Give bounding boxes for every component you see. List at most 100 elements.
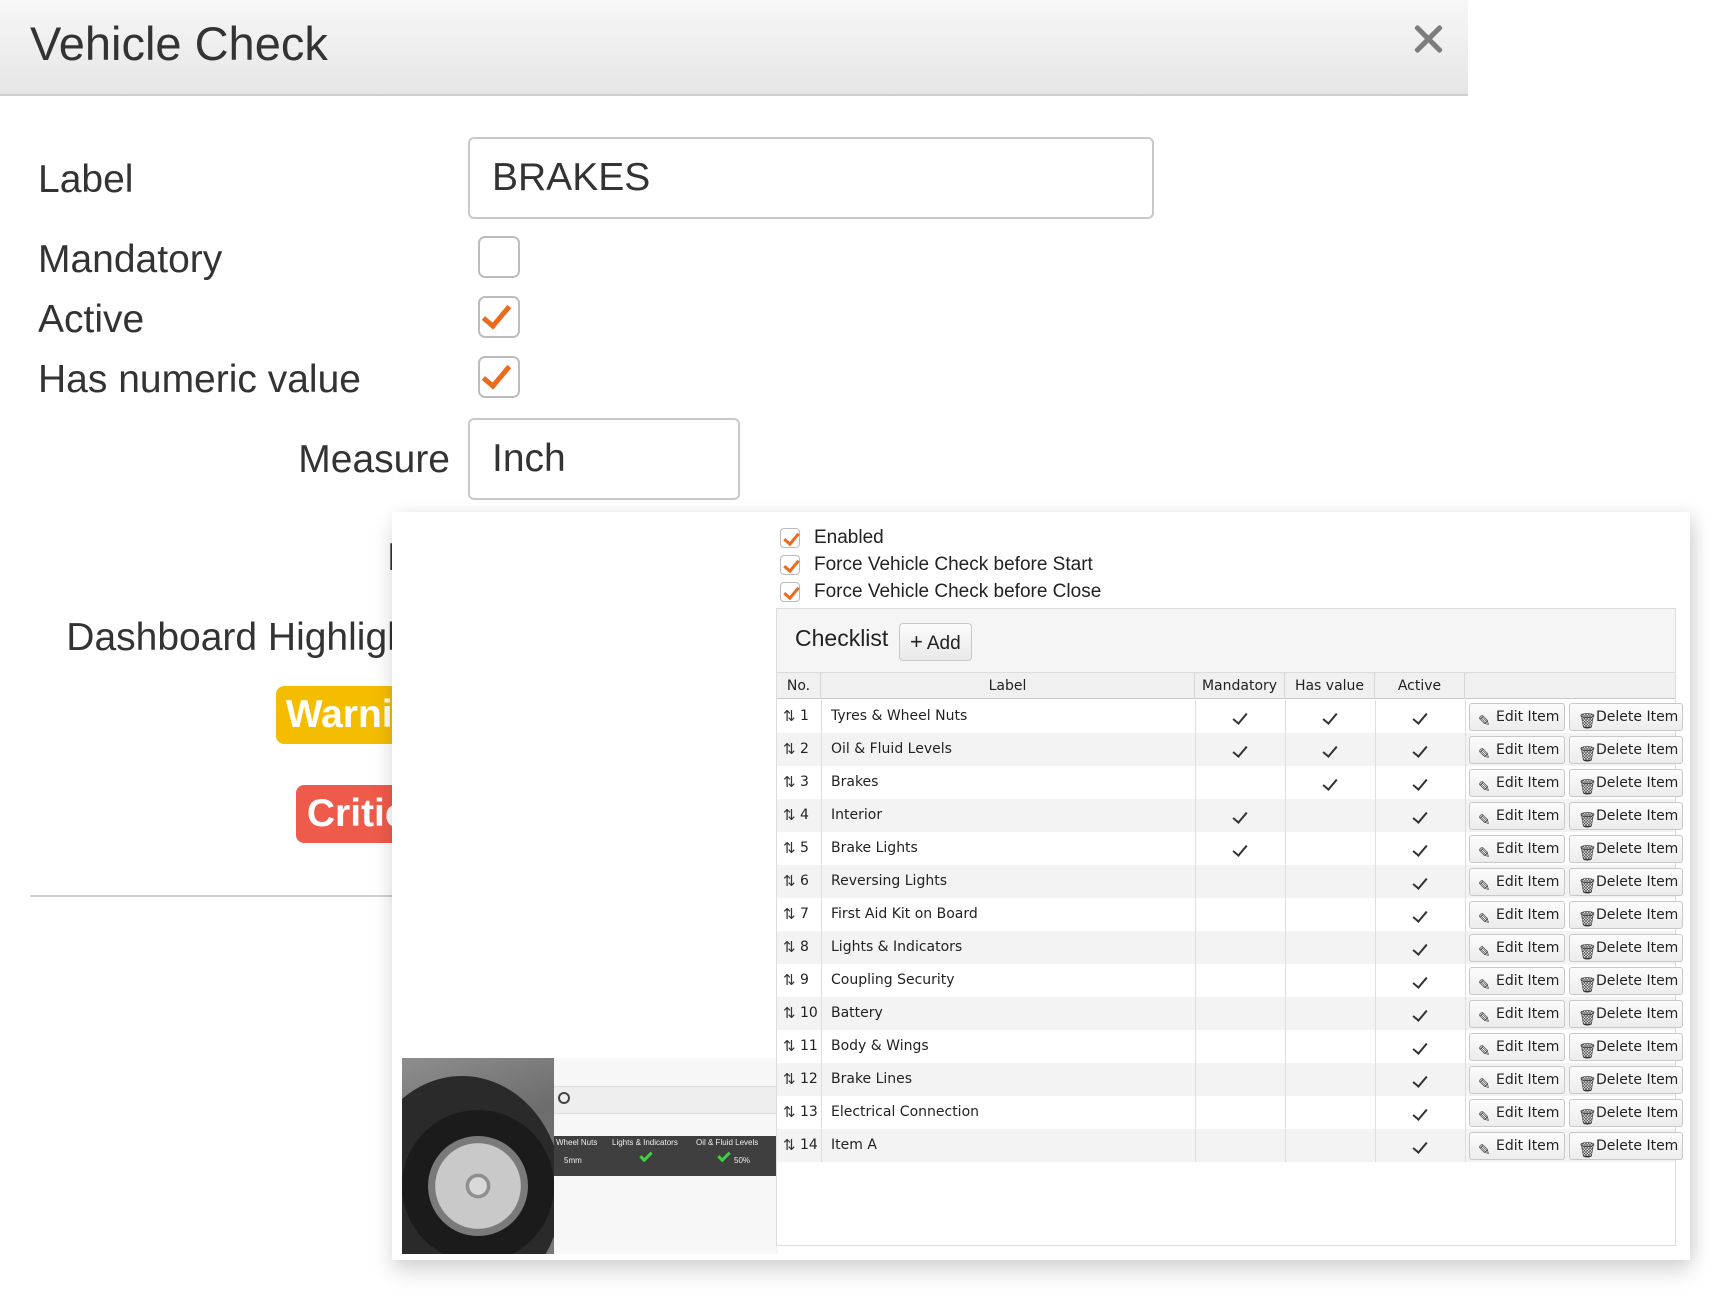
delete-label: Delete Item [1596, 841, 1679, 857]
edit-item-button[interactable]: ✎ Edit Item [1469, 901, 1565, 929]
table-row[interactable]: ⇅ 4 Interior ✎ Edit Item 🗑 Delete Item [777, 799, 1683, 832]
pencil-icon: ✎ [1478, 778, 1491, 796]
table-row[interactable]: ⇅ 5 Brake Lights ✎ Edit Item 🗑 Delete Item [777, 832, 1683, 865]
edit-label: Edit Item [1496, 841, 1560, 857]
edit-item-button[interactable]: ✎ Edit Item [1469, 1033, 1565, 1061]
edit-item-button[interactable]: ✎ Edit Item [1469, 802, 1565, 830]
pencil-icon: ✎ [1478, 877, 1491, 895]
delete-label: Delete Item [1596, 1039, 1679, 1055]
delete-item-button[interactable]: 🗑 Delete Item [1569, 736, 1683, 764]
label-input[interactable] [468, 137, 1154, 219]
delete-label: Delete Item [1596, 709, 1679, 725]
has-value-check-icon [1322, 775, 1338, 791]
measure-input[interactable] [468, 418, 740, 500]
edit-item-button[interactable]: ✎ Edit Item [1469, 769, 1565, 797]
pencil-icon: ✎ [1478, 943, 1491, 961]
column-header-has-value[interactable]: Has value [1285, 673, 1375, 699]
table-row[interactable]: ⇅ 7 First Aid Kit on Board ✎ Edit Item 🗑 Delet… [777, 898, 1683, 931]
active-check-icon [1412, 709, 1428, 725]
sort-icon[interactable]: ⇅ [783, 964, 796, 997]
column-header-actions [1465, 673, 1675, 699]
table-body: ⇅ 1 Tyres & Wheel Nuts ✎ Edit Item 🗑 Delete It… [777, 700, 1683, 1162]
sort-icon[interactable]: ⇅ [783, 931, 796, 964]
checkbox-checked-icon[interactable] [780, 582, 800, 602]
table-row[interactable]: ⇅ 14 Item A ✎ Edit Item 🗑 Delete Item [777, 1129, 1683, 1162]
option-label: Force Vehicle Check before Start [814, 554, 1093, 575]
sort-icon[interactable]: ⇅ [783, 733, 796, 766]
edit-label: Edit Item [1496, 775, 1560, 791]
mandatory-label: Mandatory [38, 238, 223, 281]
edit-item-button[interactable]: ✎ Edit Item [1469, 868, 1565, 896]
sort-icon[interactable]: ⇅ [783, 1063, 796, 1096]
sort-icon[interactable]: ⇅ [783, 832, 796, 865]
checkbox-checked-icon[interactable] [780, 555, 800, 575]
trash-icon: 🗑 [1578, 910, 1598, 928]
mandatory-check-icon [1232, 841, 1248, 857]
table-row[interactable]: ⇅ 2 Oil & Fluid Levels ✎ Edit Item 🗑 Delete It… [777, 733, 1683, 766]
pencil-icon: ✎ [1478, 1009, 1491, 1027]
table-row[interactable]: ⇅ 3 Brakes ✎ Edit Item 🗑 Delete Item [777, 766, 1683, 799]
edit-label: Edit Item [1496, 940, 1560, 956]
row-label: Brake Lights [831, 840, 918, 856]
sort-icon[interactable]: ⇅ [783, 700, 796, 733]
delete-label: Delete Item [1596, 808, 1679, 824]
checkbox-checked-icon[interactable] [780, 528, 800, 548]
edit-item-button[interactable]: ✎ Edit Item [1469, 934, 1565, 962]
add-item-button[interactable]: + Add [899, 623, 972, 661]
delete-item-button[interactable]: 🗑 Delete Item [1569, 1066, 1683, 1094]
sort-icon[interactable]: ⇅ [783, 997, 796, 1030]
trash-icon: 🗑 [1578, 745, 1598, 763]
sort-icon[interactable]: ⇅ [783, 766, 796, 799]
delete-item-button[interactable]: 🗑 Delete Item [1569, 769, 1683, 797]
delete-item-button[interactable]: 🗑 Delete Item [1569, 835, 1683, 863]
column-header-label[interactable]: Label [821, 673, 1195, 699]
edit-item-button[interactable]: ✎ Edit Item [1469, 1000, 1565, 1028]
row-label: Tyres & Wheel Nuts [831, 708, 968, 724]
trash-icon: 🗑 [1578, 877, 1598, 895]
active-checkbox[interactable] [478, 296, 520, 338]
table-row[interactable]: ⇅ 12 Brake Lines ✎ Edit Item 🗑 Delete Item [777, 1063, 1683, 1096]
delete-item-button[interactable]: 🗑 Delete Item [1569, 1000, 1683, 1028]
sort-icon[interactable]: ⇅ [783, 1096, 796, 1129]
edit-item-button[interactable]: ✎ Edit Item [1469, 736, 1565, 764]
delete-item-button[interactable]: 🗑 Delete Item [1569, 868, 1683, 896]
delete-item-button[interactable]: 🗑 Delete Item [1569, 1099, 1683, 1127]
table-row[interactable]: ⇅ 13 Electrical Connection ✎ Edit Item 🗑 Delet… [777, 1096, 1683, 1129]
edit-item-button[interactable]: ✎ Edit Item [1469, 1066, 1565, 1094]
pencil-icon: ✎ [1478, 1108, 1491, 1126]
sort-icon[interactable]: ⇅ [783, 1030, 796, 1063]
table-row[interactable]: ⇅ 9 Coupling Security ✎ Edit Item 🗑 Delete Ite… [777, 964, 1683, 997]
table-row[interactable]: ⇅ 11 Body & Wings ✎ Edit Item 🗑 Delete Item [777, 1030, 1683, 1063]
column-header-active[interactable]: Active [1375, 673, 1465, 699]
delete-item-button[interactable]: 🗑 Delete Item [1569, 967, 1683, 995]
sort-icon[interactable]: ⇅ [783, 865, 796, 898]
label-field-label: Label [38, 158, 134, 201]
edit-item-button[interactable]: ✎ Edit Item [1469, 1132, 1565, 1160]
table-row[interactable]: ⇅ 8 Lights & Indicators ✎ Edit Item 🗑 Delete I… [777, 931, 1683, 964]
row-number: 14 [800, 1137, 818, 1153]
row-label: Brakes [831, 774, 879, 790]
sort-icon[interactable]: ⇅ [783, 799, 796, 832]
column-header-mandatory[interactable]: Mandatory [1195, 673, 1285, 699]
mandatory-checkbox[interactable] [478, 236, 520, 278]
delete-item-button[interactable]: 🗑 Delete Item [1569, 901, 1683, 929]
delete-item-button[interactable]: 🗑 Delete Item [1569, 1033, 1683, 1061]
edit-item-button[interactable]: ✎ Edit Item [1469, 835, 1565, 863]
edit-item-button[interactable]: ✎ Edit Item [1469, 967, 1565, 995]
numeric-checkbox[interactable] [478, 356, 520, 398]
table-row[interactable]: ⇅ 1 Tyres & Wheel Nuts ✎ Edit Item 🗑 Delete It… [777, 700, 1683, 733]
edit-item-button[interactable]: ✎ Edit Item [1469, 703, 1565, 731]
delete-item-button[interactable]: 🗑 Delete Item [1569, 934, 1683, 962]
delete-item-button[interactable]: 🗑 Delete Item [1569, 1132, 1683, 1160]
table-row[interactable]: ⇅ 10 Battery ✎ Edit Item 🗑 Delete Item [777, 997, 1683, 1030]
column-header-no[interactable]: No. [777, 673, 821, 699]
edit-item-button[interactable]: ✎ Edit Item [1469, 1099, 1565, 1127]
dialog-header: Vehicle Check [0, 0, 1468, 96]
delete-item-button[interactable]: 🗑 Delete Item [1569, 703, 1683, 731]
delete-item-button[interactable]: 🗑 Delete Item [1569, 802, 1683, 830]
close-icon[interactable] [1398, 10, 1458, 70]
pencil-icon: ✎ [1478, 976, 1491, 994]
sort-icon[interactable]: ⇅ [783, 898, 796, 931]
sort-icon[interactable]: ⇅ [783, 1129, 796, 1162]
table-row[interactable]: ⇅ 6 Reversing Lights ✎ Edit Item 🗑 Delete Item [777, 865, 1683, 898]
